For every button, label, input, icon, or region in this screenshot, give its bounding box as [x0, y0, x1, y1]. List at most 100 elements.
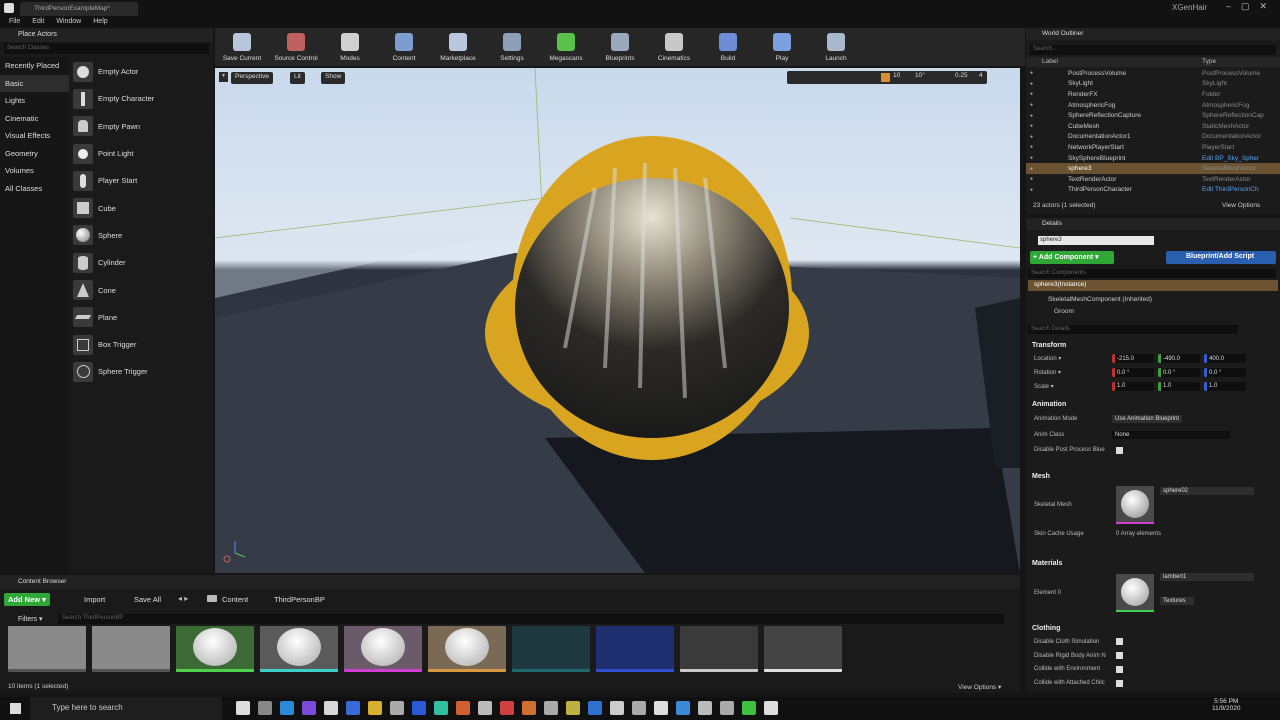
breadcrumb-content[interactable]: Content — [222, 595, 248, 604]
taskbar-app-icon[interactable] — [500, 701, 514, 715]
visibility-eye-icon[interactable]: ● — [1030, 123, 1033, 129]
scale-y[interactable]: 1.0 — [1158, 381, 1200, 391]
add-component-button[interactable]: + Add Component ▾ — [1030, 251, 1114, 264]
actor-item[interactable]: Cube — [69, 194, 213, 221]
taskbar-app-icon[interactable] — [258, 701, 272, 715]
cloth-checkbox[interactable] — [1116, 679, 1123, 687]
component-row[interactable]: SkeletalMeshComponent (Inherited) — [1048, 296, 1152, 303]
location-x[interactable]: -215.0 — [1112, 354, 1154, 364]
blueprint-add-script-button[interactable]: Blueprint/Add Script — [1166, 251, 1276, 264]
taskbar-app-icon[interactable] — [544, 701, 558, 715]
camera-speed-value[interactable]: 4 — [979, 72, 983, 79]
toolbar-button-11[interactable]: Launch — [809, 28, 863, 66]
asset-thumbnail[interactable] — [428, 626, 506, 672]
visibility-eye-icon[interactable]: ● — [1030, 166, 1033, 172]
actor-item[interactable]: Box Trigger — [69, 331, 213, 358]
visibility-eye-icon[interactable]: ● — [1030, 81, 1033, 87]
toolbar-button-2[interactable]: Modes — [323, 28, 377, 66]
category-basic[interactable]: Basic — [0, 74, 69, 92]
asset-thumbnail[interactable] — [176, 626, 254, 672]
toolbar-button-1[interactable]: Source Control — [269, 28, 323, 66]
outliner-search-input[interactable]: Search... — [1030, 45, 1276, 55]
add-new-button[interactable]: Add New ▾ — [4, 593, 50, 606]
clothing-header[interactable]: Clothing — [1026, 622, 1276, 635]
scale-x[interactable]: 1.0 — [1112, 381, 1154, 391]
asset-thumbnail[interactable] — [764, 626, 842, 672]
taskbar-app-icon[interactable] — [742, 701, 756, 715]
transform-header[interactable]: Transform — [1026, 339, 1276, 352]
taskbar-app-icon[interactable] — [302, 701, 316, 715]
outliner-row[interactable]: ● ThirdPersonCharacter Edit ThirdPersonCh — [1026, 185, 1280, 196]
scale-z[interactable]: 1.0 — [1204, 381, 1246, 391]
taskbar-app-icon[interactable] — [456, 701, 470, 715]
toolbar-button-5[interactable]: Settings — [485, 28, 539, 66]
taskbar-app-icon[interactable] — [236, 701, 250, 715]
actor-item[interactable]: Empty Character — [69, 85, 213, 112]
category-geometry[interactable]: Geometry — [0, 145, 69, 163]
material-dropdown[interactable]: lambert1 — [1160, 573, 1254, 581]
actor-name-input[interactable]: sphere3 — [1038, 236, 1154, 245]
toolbar-button-3[interactable]: Content — [377, 28, 431, 66]
location-y[interactable]: -490.0 — [1158, 354, 1200, 364]
taskbar-app-icon[interactable] — [632, 701, 646, 715]
show-button[interactable]: Show — [321, 72, 346, 84]
taskbar-app-icon[interactable] — [720, 701, 734, 715]
skeletal-mesh-dropdown[interactable]: sphere02 — [1160, 487, 1254, 495]
cloth-checkbox[interactable] — [1116, 638, 1123, 646]
visibility-eye-icon[interactable]: ● — [1030, 187, 1033, 193]
instance-row[interactable]: sphere3(Instance) — [1028, 280, 1278, 291]
taskbar-app-icon[interactable] — [588, 701, 602, 715]
toolbar-button-7[interactable]: Blueprints — [593, 28, 647, 66]
menu-window[interactable]: Window — [51, 16, 86, 28]
taskbar-app-icon[interactable] — [698, 701, 712, 715]
outliner-row[interactable]: ● SkyLight SkyLight — [1026, 79, 1280, 90]
rotation-x[interactable]: 0.0 ° — [1112, 368, 1154, 378]
category-all-classes[interactable]: All Classes — [0, 180, 69, 198]
taskbar-app-icon[interactable] — [676, 701, 690, 715]
visibility-eye-icon[interactable]: ● — [1030, 176, 1033, 182]
visibility-eye-icon[interactable]: ● — [1030, 134, 1033, 140]
actor-item[interactable]: Empty Actor — [69, 58, 213, 85]
taskbar-app-icon[interactable] — [654, 701, 668, 715]
visibility-eye-icon[interactable]: ● — [1030, 113, 1033, 119]
outliner-row[interactable]: ● sphere3 SkeletalMeshActor — [1026, 163, 1280, 174]
asset-thumbnail[interactable] — [680, 626, 758, 672]
visibility-eye-icon[interactable]: ● — [1030, 144, 1033, 150]
toolbar-button-4[interactable]: Marketplace — [431, 28, 485, 66]
taskbar-app-icon[interactable] — [764, 701, 778, 715]
toolbar-button-8[interactable]: Cinematics — [647, 28, 701, 66]
taskbar-app-icon[interactable] — [390, 701, 404, 715]
outliner-row[interactable]: ● RenderFX Folder — [1026, 89, 1280, 100]
menu-edit[interactable]: Edit — [27, 16, 49, 28]
grid-snap-value[interactable]: 10 — [893, 72, 900, 79]
outliner-row[interactable]: ● CubeMesh StaticMeshActor — [1026, 121, 1280, 132]
taskbar-app-icon[interactable] — [324, 701, 338, 715]
import-button[interactable]: Import — [84, 595, 105, 604]
asset-thumbnail[interactable] — [92, 626, 170, 672]
outliner-row[interactable]: ● SphereReflectionCapture SphereReflection… — [1026, 110, 1280, 121]
filters-button[interactable]: Filters ▾ — [18, 615, 43, 623]
taskbar-app-icon[interactable] — [610, 701, 624, 715]
taskbar-app-icon[interactable] — [478, 701, 492, 715]
toolbar-button-9[interactable]: Build — [701, 28, 755, 66]
asset-thumbnail[interactable] — [512, 626, 590, 672]
rotation-y[interactable]: 0.0 ° — [1158, 368, 1200, 378]
category-volumes[interactable]: Volumes — [0, 162, 69, 180]
taskbar-app-icon[interactable] — [522, 701, 536, 715]
level-viewport[interactable]: ▾ Perspective Lit Show 10 10° 0.25 4 — [215, 68, 1020, 573]
column-type[interactable]: Type — [1202, 58, 1216, 65]
save-all-button[interactable]: Save All — [134, 595, 161, 604]
menu-help[interactable]: Help — [88, 16, 112, 28]
taskbar-app-icon[interactable] — [280, 701, 294, 715]
outliner-row[interactable]: ● DocumentationActor1 DocumentationActor — [1026, 132, 1280, 143]
category-lights[interactable]: Lights — [0, 92, 69, 110]
outliner-row[interactable]: ● NetworkPlayerStart PlayerStart — [1026, 142, 1280, 153]
material-thumbnail[interactable] — [1116, 574, 1154, 612]
menu-file[interactable]: File — [4, 16, 25, 28]
animation-header[interactable]: Animation — [1026, 398, 1276, 411]
visibility-eye-icon[interactable]: ● — [1030, 70, 1033, 76]
category-cinematic[interactable]: Cinematic — [0, 110, 69, 128]
actor-item[interactable]: Empty Pawn — [69, 113, 213, 140]
location-z[interactable]: 400.0 — [1204, 354, 1246, 364]
outliner-row[interactable]: ● TextRenderActor TextRenderActor — [1026, 174, 1280, 185]
